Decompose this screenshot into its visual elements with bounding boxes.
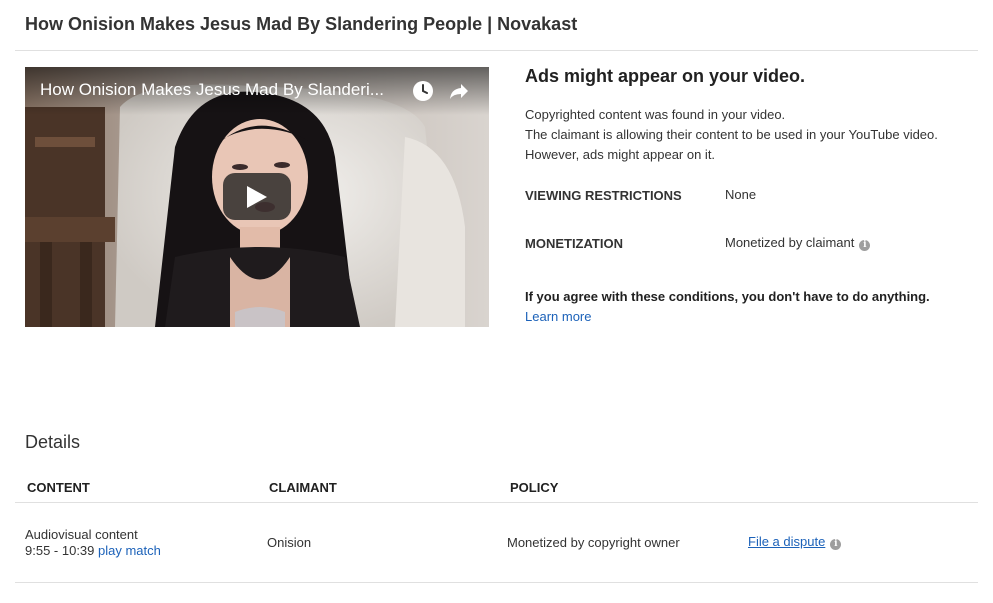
details-heading: Details xyxy=(25,432,81,452)
learn-more-link[interactable]: Learn more xyxy=(525,309,591,324)
claimant-name: Onision xyxy=(267,535,312,550)
share-arrow-icon[interactable] xyxy=(447,79,471,103)
monetization-label: MONETIZATION xyxy=(525,236,623,251)
title-bar: How Onision Makes Jesus Mad By Slanderin… xyxy=(15,0,978,51)
monetization-value-wrap: Monetized by claimant i xyxy=(725,235,871,251)
file-dispute-link[interactable]: File a dispute xyxy=(748,534,825,549)
play-match-link[interactable]: play match xyxy=(98,543,161,558)
content-time-range: 9:55 - 10:39 xyxy=(25,543,95,558)
dispute-wrap: File a dispute i xyxy=(748,534,842,550)
copyright-claim-page: How Onision Makes Jesus Mad By Slanderin… xyxy=(0,0,993,603)
play-icon xyxy=(247,186,267,208)
viewing-restrictions-value: None xyxy=(725,187,757,202)
agree-text: If you agree with these conditions, you … xyxy=(525,289,930,304)
monetization-value: Monetized by claimant xyxy=(725,235,855,250)
info-icon[interactable]: i xyxy=(859,240,871,251)
clock-icon[interactable] xyxy=(411,79,435,103)
video-title[interactable]: How Onision Makes Jesus Mad By Slanderi.… xyxy=(40,80,400,100)
table-row: Audiovisual content 9:55 - 10:39 play ma… xyxy=(15,503,978,583)
viewing-restrictions-label: VIEWING RESTRICTIONS xyxy=(525,188,682,203)
play-button[interactable] xyxy=(223,173,291,220)
column-header-content: CONTENT xyxy=(27,480,90,495)
claim-info-panel: Ads might appear on your video. Copyrigh… xyxy=(525,66,975,324)
page-title: How Onision Makes Jesus Mad By Slanderin… xyxy=(25,14,578,34)
info-icon[interactable]: i xyxy=(830,539,842,550)
policy-value: Monetized by copyright owner xyxy=(507,535,680,550)
content-time-wrap: 9:55 - 10:39 play match xyxy=(25,543,161,558)
claim-description-line: However, ads might appear on it. xyxy=(525,147,716,162)
column-header-claimant: CLAIMANT xyxy=(269,480,337,495)
video-player[interactable]: How Onision Makes Jesus Mad By Slanderi.… xyxy=(25,67,489,327)
claim-description-line: Copyrighted content was found in your vi… xyxy=(525,107,786,122)
details-table-header: CONTENT CLAIMANT POLICY xyxy=(15,472,978,503)
column-header-policy: POLICY xyxy=(510,480,559,495)
content-type: Audiovisual content xyxy=(25,527,138,542)
claim-description-line: The claimant is allowing their content t… xyxy=(525,127,938,142)
claim-heading: Ads might appear on your video. xyxy=(525,66,806,86)
claim-description: Copyrighted content was found in your vi… xyxy=(525,105,975,165)
